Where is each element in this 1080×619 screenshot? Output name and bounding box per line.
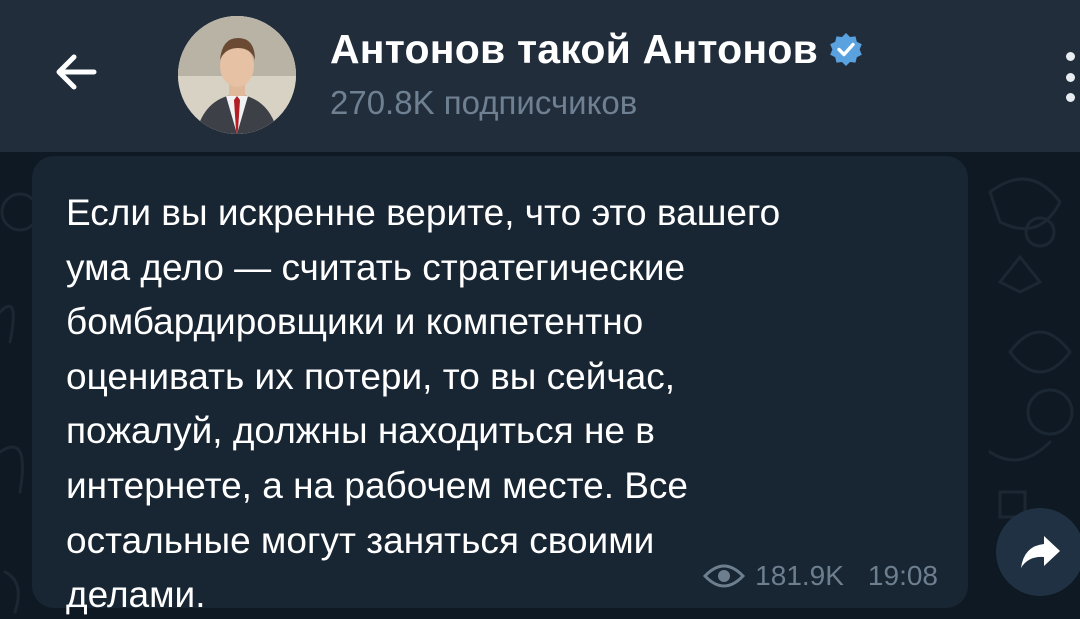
- channel-title-row[interactable]: Антонов такой Антонов: [330, 24, 864, 74]
- message-time: 19:08: [867, 560, 938, 591]
- verified-badge-icon: [830, 33, 862, 66]
- view-count: 181.9K: [755, 560, 844, 591]
- forward-button[interactable]: [996, 508, 1080, 596]
- arrow-left-icon: [56, 54, 97, 90]
- chat-header: Антонов такой Антонов 270.8K подписчиков: [0, 0, 1080, 152]
- message-bubble[interactable]: Если вы искренне верите, что это вашего …: [32, 156, 968, 615]
- avatar-photo: [178, 16, 296, 134]
- eye-icon: [703, 564, 746, 588]
- message-text: Если вы искренне верите, что это вашего …: [66, 192, 781, 616]
- back-button[interactable]: [40, 36, 112, 108]
- more-menu-button[interactable]: [1060, 52, 1080, 102]
- more-vertical-icon-dot: [1065, 72, 1075, 82]
- more-vertical-icon-dot: [1065, 93, 1075, 102]
- more-vertical-icon: [1065, 52, 1075, 61]
- channel-avatar[interactable]: [178, 16, 296, 134]
- subscriber-count: 270.8K подписчиков: [330, 84, 638, 121]
- share-arrow-icon: [1021, 536, 1060, 568]
- channel-title: Антонов такой Антонов: [330, 25, 819, 72]
- telegram-channel-view: Антонов такой Антонов 270.8K подписчиков…: [0, 0, 1080, 619]
- message-meta: 181.9K 19:08: [703, 560, 938, 592]
